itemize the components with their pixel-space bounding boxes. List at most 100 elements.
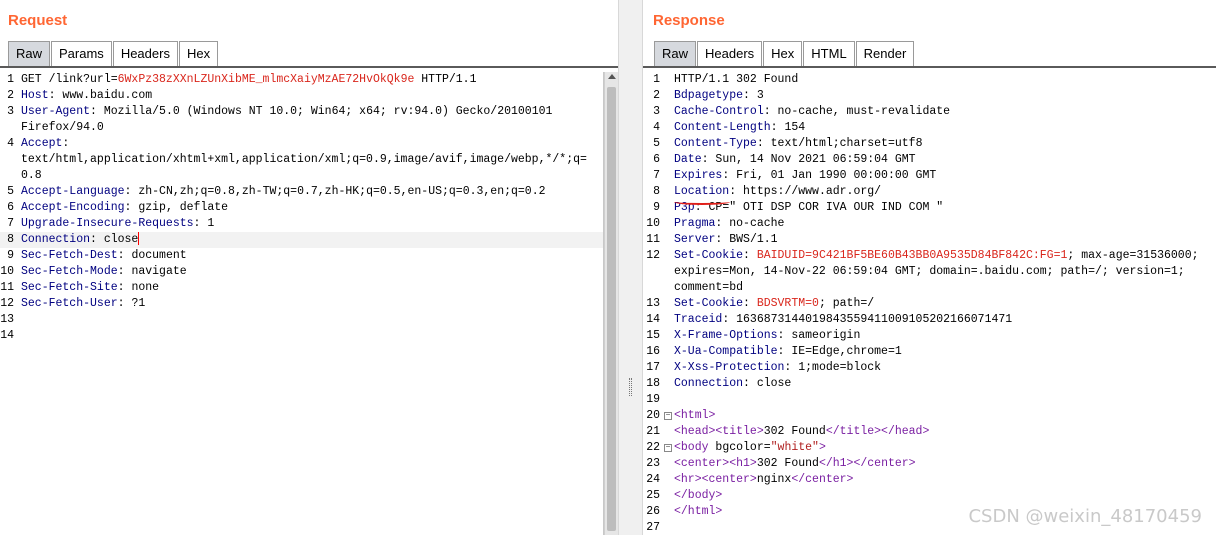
response-tab-html[interactable]: HTML <box>803 41 855 67</box>
code-token: nginx <box>756 473 792 486</box>
response-tab-headers[interactable]: Headers <box>697 41 763 67</box>
code-token: : <box>756 137 771 150</box>
html-tag: <center><h1> <box>674 457 757 470</box>
request-tab-underline <box>0 66 618 68</box>
code-token: : <box>48 89 63 102</box>
code-text: Cache-Control: no-cache, must-revalidate <box>674 104 1216 120</box>
code-text: Sec-Fetch-User: ?1 <box>21 296 603 312</box>
header-name: Sec-Fetch-User <box>21 297 118 310</box>
code-line: 25 </body> <box>643 488 1216 504</box>
code-line: 7 Expires: Fri, 01 Jan 1990 00:00:00 GMT <box>643 168 1216 184</box>
line-number: 10 <box>646 217 660 230</box>
request-scrollbar[interactable] <box>604 72 618 535</box>
line-number: 13 <box>646 297 660 310</box>
fold-gutter <box>663 392 674 408</box>
response-title: Response <box>653 12 725 29</box>
code-text: Set-Cookie: BAIDUID=9C421BF5BE60B43BB0A9… <box>674 248 1216 264</box>
fold-gutter <box>663 216 674 232</box>
line-number <box>643 280 660 296</box>
code-token: IE=Edge,chrome=1 <box>791 345 902 358</box>
code-text: Sec-Fetch-Mode: navigate <box>21 264 603 280</box>
request-tab-hex[interactable]: Hex <box>178 41 219 67</box>
code-token: document <box>131 249 187 262</box>
code-token: : <box>770 121 785 134</box>
fold-gutter <box>663 504 674 520</box>
line-number: 7 <box>653 169 660 182</box>
code-token: : <box>62 137 70 150</box>
response-tab-raw[interactable]: Raw <box>654 41 697 67</box>
code-text: Set-Cookie: BDSVRTM=0; path=/ <box>674 296 1216 312</box>
response-tab-render[interactable]: Render <box>855 41 915 67</box>
line-number: 12 <box>646 249 660 262</box>
line-number: 4 <box>7 137 14 150</box>
line-number <box>0 120 14 136</box>
code-line: 13 Set-Cookie: BDSVRTM=0; path=/ <box>643 296 1216 312</box>
line-number: 20 <box>646 409 660 422</box>
code-line: 3 Cache-Control: no-cache, must-revalidat… <box>643 104 1216 120</box>
response-pane: Response Raw Headers Hex HTML Render 1 HTTP/1… <box>643 0 1216 535</box>
line-number: 3 <box>7 105 14 118</box>
request-tab-raw[interactable]: Raw <box>8 41 51 67</box>
response-tab-hex[interactable]: Hex <box>763 41 803 67</box>
request-tab-headers[interactable]: Headers <box>112 41 178 67</box>
header-name: Traceid <box>674 313 723 326</box>
scrollbar-thumb[interactable] <box>607 87 616 531</box>
html-tag: </title></head> <box>825 425 930 438</box>
line-number: 6 <box>7 201 14 214</box>
line-number: 24 <box>646 473 660 486</box>
line-number <box>0 152 14 168</box>
line-number: 1 <box>7 73 14 86</box>
header-name: Accept-Language <box>21 185 125 198</box>
code-token: https://www.adr.org/ <box>743 185 882 198</box>
html-tag: <body <box>674 441 716 454</box>
code-token: 1;mode=block <box>798 361 882 374</box>
code-token: 3 <box>756 89 764 102</box>
scroll-up-arrow-icon[interactable] <box>608 74 616 79</box>
code-token: Mozilla/5.0 (Windows NT 10.0; Win64; x64… <box>103 105 553 118</box>
line-number: 15 <box>646 329 660 342</box>
line-number <box>643 264 660 280</box>
code-token: HTTP/1.1 <box>414 73 477 86</box>
fold-gutter <box>663 360 674 376</box>
line-number: 3 <box>653 105 660 118</box>
code-text: 0.8 <box>21 168 603 184</box>
request-editor[interactable]: 1 GET /link?url=6WxPz38zXXnLZUnXibME_mlmc… <box>0 72 604 535</box>
code-text: Accept-Language: zh-CN,zh;q=0.8,zh-TW;q=… <box>21 184 603 200</box>
fold-gutter <box>663 424 674 440</box>
splitter-grip-icon[interactable] <box>629 378 632 396</box>
code-token: navigate <box>131 265 187 278</box>
code-token: no-cache, must-revalidate <box>777 105 951 118</box>
html-tag: > <box>818 441 826 454</box>
response-tab-underline <box>643 66 1216 68</box>
code-text: <body bgcolor="white"> <box>674 440 1216 456</box>
code-text: Firefox/94.0 <box>21 120 603 136</box>
fold-gutter <box>663 344 674 360</box>
code-line: 8 Connection: close <box>0 232 603 248</box>
line-number: 9 <box>7 249 14 262</box>
line-number: 12 <box>0 297 14 310</box>
code-line: 22− <body bgcolor="white"> <box>643 440 1216 456</box>
fold-toggle-icon[interactable]: − <box>664 444 672 452</box>
code-line: text/html,application/xhtml+xml,applicat… <box>0 152 603 168</box>
line-number: 8 <box>7 233 14 246</box>
code-line: 8 Location: https://www.adr.org/ <box>643 184 1216 200</box>
response-editor[interactable]: 1 HTTP/1.1 302 Found 2 Bdpagetype: 3 3 Cache-… <box>643 72 1216 535</box>
code-token: zh-CN,zh;q=0.8,zh-TW;q=0.7,zh-HK;q=0.5,e… <box>138 185 546 198</box>
code-token: text/html,application/xhtml+xml,applicat… <box>21 153 587 166</box>
code-line: 10 Pragma: no-cache <box>643 216 1216 232</box>
code-line: 1 GET /link?url=6WxPz38zXXnLZUnXibME_mlmc… <box>0 72 603 88</box>
code-line: 5 Content-Type: text/html;charset=utf8 <box>643 136 1216 152</box>
request-tab-params[interactable]: Params <box>51 41 112 67</box>
fold-toggle-icon[interactable]: − <box>664 412 672 420</box>
code-token: no-cache <box>729 217 785 230</box>
pane-splitter[interactable] <box>618 0 643 535</box>
fold-gutter <box>663 248 674 264</box>
line-number: 9 <box>653 201 660 214</box>
line-number: 4 <box>653 121 660 134</box>
code-line: comment=bd <box>643 280 1216 296</box>
code-text: <center><h1>302 Found</h1></center> <box>674 456 1216 472</box>
code-text: Date: Sun, 14 Nov 2021 06:59:04 GMT <box>674 152 1216 168</box>
html-tag: </h1></center> <box>818 457 916 470</box>
